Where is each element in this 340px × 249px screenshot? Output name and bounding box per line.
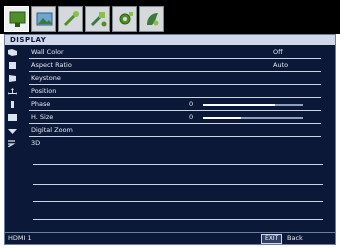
menu-item-label: Keystone <box>31 74 61 82</box>
tools-icon <box>63 11 79 27</box>
slider-value: 0 <box>189 113 194 121</box>
menu-panel: DISPLAY Wall Color Off Aspect Ratio Auto… <box>4 34 336 245</box>
3d-icon <box>8 140 16 147</box>
display-icon <box>9 11 26 27</box>
menu-item-h-size[interactable]: H. Size 0 <box>5 112 335 125</box>
menu-item-label: Position <box>31 87 57 95</box>
exit-button[interactable]: EXIT <box>261 234 283 244</box>
keystone-icon <box>9 75 16 82</box>
menu-item-label: Wall Color <box>31 48 64 56</box>
slider-fill <box>203 104 275 106</box>
aspect-ratio-icon <box>9 62 16 69</box>
zoom-icon <box>8 129 17 134</box>
divider <box>29 84 321 85</box>
phase-icon <box>11 101 14 108</box>
position-icon <box>8 88 17 95</box>
menu-title: DISPLAY <box>5 35 335 45</box>
divider <box>29 71 321 72</box>
tab-display[interactable] <box>4 6 29 32</box>
menu-item-value: Auto <box>273 61 289 69</box>
menu-item-label: 3D <box>31 139 41 147</box>
divider <box>29 110 321 111</box>
tab-system-setup[interactable] <box>112 6 137 32</box>
projector-osd: DISPLAY Wall Color Off Aspect Ratio Auto… <box>0 0 340 249</box>
divider <box>33 219 323 220</box>
menu-item-value: Off <box>273 48 283 56</box>
tab-setup-basic[interactable] <box>58 6 83 32</box>
status-bar: HDMI 1 EXIT Back <box>5 232 335 244</box>
picture-icon <box>36 12 53 26</box>
h-size-slider[interactable] <box>203 117 303 119</box>
information-icon <box>147 13 159 26</box>
wall-color-icon <box>8 49 17 56</box>
advanced-tools-icon <box>90 12 107 27</box>
tab-information[interactable] <box>139 6 164 32</box>
divider <box>29 97 321 98</box>
menu-item-keystone[interactable]: Keystone <box>5 73 335 86</box>
menu-tab-bar <box>0 0 340 34</box>
menu-item-label: Aspect Ratio <box>31 61 72 69</box>
divider <box>33 164 323 165</box>
menu-item-position[interactable]: Position <box>5 86 335 99</box>
menu-item-label: Digital Zoom <box>31 126 73 134</box>
phase-slider[interactable] <box>203 104 303 106</box>
menu-item-digital-zoom[interactable]: Digital Zoom <box>5 125 335 138</box>
divider <box>33 201 323 202</box>
divider <box>29 123 321 124</box>
divider <box>33 184 323 185</box>
divider <box>29 136 321 137</box>
system-icon <box>119 12 133 25</box>
input-source: HDMI 1 <box>8 234 32 242</box>
slider-value: 0 <box>189 100 194 108</box>
menu-item-wall-color[interactable]: Wall Color Off <box>5 47 335 60</box>
divider <box>29 58 321 59</box>
menu-item-phase[interactable]: Phase 0 <box>5 99 335 112</box>
exit-hint: Back <box>287 234 303 242</box>
tab-setup-advanced[interactable] <box>85 6 110 32</box>
tab-picture[interactable] <box>31 6 56 32</box>
menu-item-label: Phase <box>31 100 51 108</box>
menu-item-label: H. Size <box>31 113 54 121</box>
slider-fill <box>203 117 241 119</box>
menu-item-aspect-ratio[interactable]: Aspect Ratio Auto <box>5 60 335 73</box>
h-size-icon <box>8 114 17 121</box>
menu-item-3d[interactable]: 3D <box>5 138 335 151</box>
